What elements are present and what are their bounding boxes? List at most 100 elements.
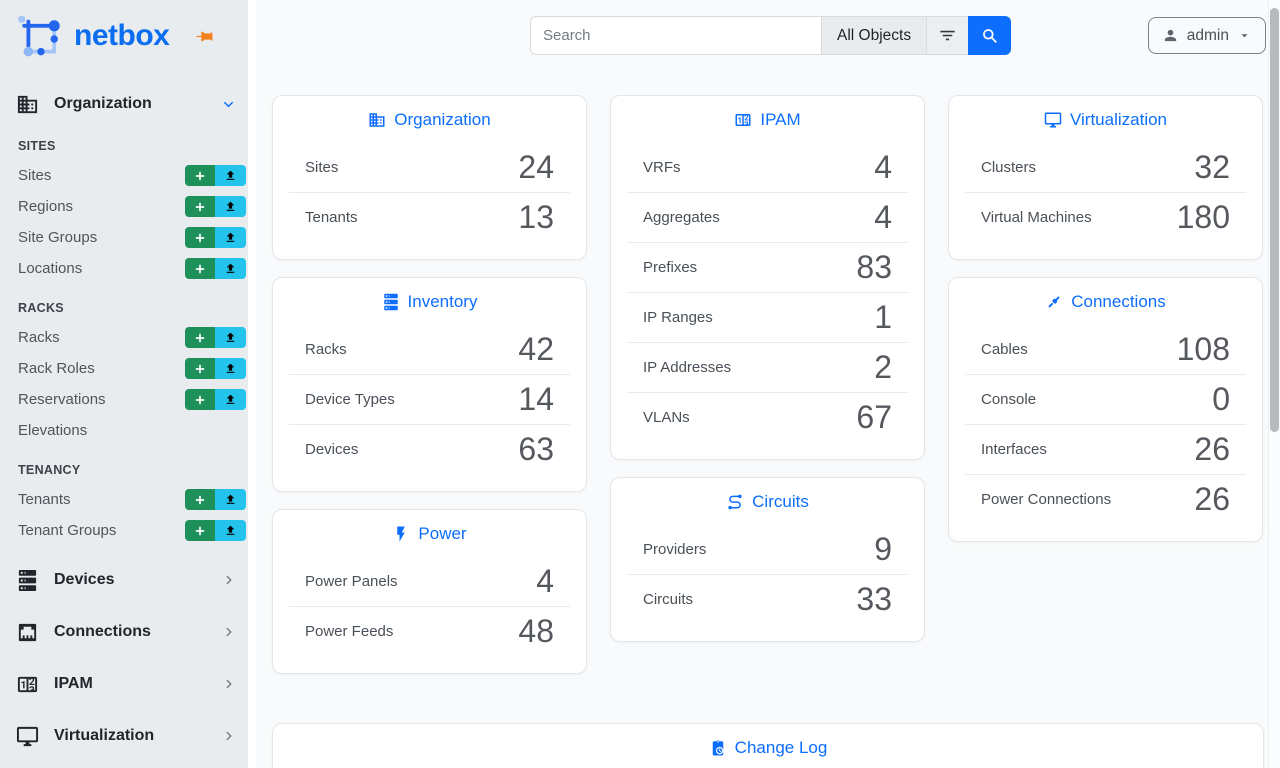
- sidebar-item-label: Devices: [54, 571, 115, 589]
- stat-value[interactable]: 33: [856, 581, 892, 618]
- add-button[interactable]: [185, 165, 215, 186]
- stat-label[interactable]: Power Connections: [981, 491, 1111, 508]
- stat-value[interactable]: 32: [1194, 149, 1230, 186]
- stat-value[interactable]: 9: [874, 531, 892, 568]
- filter-button[interactable]: [926, 16, 969, 55]
- section-title-racks: RACKS: [0, 284, 248, 322]
- stat-value[interactable]: 42: [518, 331, 554, 368]
- netbox-logo-icon[interactable]: [14, 12, 68, 60]
- stat-value[interactable]: 26: [1194, 481, 1230, 518]
- import-button[interactable]: [215, 489, 246, 510]
- stat-label[interactable]: Devices: [305, 441, 358, 458]
- stat-label[interactable]: Tenants: [305, 209, 358, 226]
- import-button[interactable]: [215, 358, 246, 379]
- brand-wordmark[interactable]: netbox: [74, 19, 169, 53]
- search-scope-select[interactable]: All Objects: [821, 16, 927, 55]
- stat-value[interactable]: 4: [536, 563, 554, 600]
- add-button[interactable]: [185, 489, 215, 510]
- stat-value[interactable]: 63: [518, 431, 554, 468]
- stat-value[interactable]: 13: [518, 199, 554, 236]
- sidebar-pin-icon[interactable]: [195, 27, 214, 46]
- import-button[interactable]: [215, 389, 246, 410]
- sidebar-item-elevations: Elevations: [0, 415, 248, 446]
- stat-value[interactable]: 1: [874, 299, 892, 336]
- stat-label[interactable]: IP Addresses: [643, 359, 731, 376]
- stat-label[interactable]: Racks: [305, 341, 347, 358]
- stat-value[interactable]: 26: [1194, 431, 1230, 468]
- sidebar-item-label: Connections: [54, 623, 151, 641]
- stat-label[interactable]: Sites: [305, 159, 338, 176]
- stat-label[interactable]: Circuits: [643, 591, 693, 608]
- stat-value[interactable]: 67: [856, 399, 892, 436]
- tenants-link[interactable]: Tenants: [18, 491, 71, 508]
- add-button[interactable]: [185, 520, 215, 541]
- power-card: Power Power Panels 4 Power Feeds 48: [272, 509, 587, 674]
- stat-label[interactable]: VRFs: [643, 159, 681, 176]
- stat-value[interactable]: 83: [856, 249, 892, 286]
- stat-label[interactable]: Device Types: [305, 391, 395, 408]
- add-button[interactable]: [185, 389, 215, 410]
- stat-value[interactable]: 180: [1177, 199, 1230, 236]
- import-button[interactable]: [215, 327, 246, 348]
- add-button[interactable]: [185, 196, 215, 217]
- ipam-card-title: IPAM: [611, 96, 924, 142]
- stat-value[interactable]: 108: [1177, 331, 1230, 368]
- global-search: All Objects: [530, 16, 1011, 55]
- counter-icon: [16, 673, 39, 696]
- import-button[interactable]: [215, 196, 246, 217]
- stat-label[interactable]: VLANs: [643, 409, 690, 426]
- stat-label[interactable]: Providers: [643, 541, 706, 558]
- sidebar-item-reservations: Reservations: [0, 384, 248, 415]
- tenant-groups-link[interactable]: Tenant Groups: [18, 522, 116, 539]
- import-button[interactable]: [215, 520, 246, 541]
- import-button[interactable]: [215, 227, 246, 248]
- stat-label[interactable]: Cables: [981, 341, 1028, 358]
- quick-actions: [185, 358, 246, 379]
- regions-link[interactable]: Regions: [18, 198, 73, 215]
- rack-roles-link[interactable]: Rack Roles: [18, 360, 95, 377]
- add-button[interactable]: [185, 327, 215, 348]
- add-button[interactable]: [185, 358, 215, 379]
- locations-link[interactable]: Locations: [18, 260, 82, 277]
- stat-row-power-panels: Power Panels 4: [289, 556, 570, 606]
- site-groups-link[interactable]: Site Groups: [18, 229, 97, 246]
- sidebar-item-devices[interactable]: Devices: [0, 562, 248, 598]
- stat-label[interactable]: Clusters: [981, 159, 1036, 176]
- stat-value[interactable]: 48: [518, 613, 554, 650]
- search-input[interactable]: [530, 16, 822, 55]
- sidebar-item-ipam[interactable]: IPAM: [0, 666, 248, 702]
- stat-value[interactable]: 0: [1212, 381, 1230, 418]
- stat-label[interactable]: Prefixes: [643, 259, 697, 276]
- user-menu-button[interactable]: admin: [1148, 17, 1266, 54]
- elevations-link[interactable]: Elevations: [18, 422, 87, 439]
- page-scrollbar-track[interactable]: [1268, 0, 1280, 768]
- sites-link[interactable]: Sites: [18, 167, 51, 184]
- stat-label[interactable]: Power Feeds: [305, 623, 393, 640]
- stat-value[interactable]: 4: [874, 149, 892, 186]
- inventory-card-title: Inventory: [273, 278, 586, 324]
- stat-value[interactable]: 24: [518, 149, 554, 186]
- import-button[interactable]: [215, 165, 246, 186]
- stat-row-power-feeds: Power Feeds 48: [289, 606, 570, 656]
- add-button[interactable]: [185, 258, 215, 279]
- stat-value[interactable]: 2: [874, 349, 892, 386]
- add-button[interactable]: [185, 227, 215, 248]
- stat-label[interactable]: Virtual Machines: [981, 209, 1092, 226]
- stat-label[interactable]: Interfaces: [981, 441, 1047, 458]
- search-button[interactable]: [968, 16, 1011, 55]
- stat-label[interactable]: IP Ranges: [643, 309, 713, 326]
- sidebar-item-tenant-groups: Tenant Groups: [0, 515, 248, 546]
- sidebar-item-organization[interactable]: Organization: [0, 86, 248, 122]
- stat-label[interactable]: Console: [981, 391, 1036, 408]
- main-content: All Objects admin Organization Sit: [256, 0, 1280, 768]
- sidebar-item-connections[interactable]: Connections: [0, 614, 248, 650]
- stat-label[interactable]: Aggregates: [643, 209, 720, 226]
- stat-value[interactable]: 14: [518, 381, 554, 418]
- page-scrollbar-thumb[interactable]: [1270, 8, 1279, 432]
- racks-link[interactable]: Racks: [18, 329, 60, 346]
- stat-value[interactable]: 4: [874, 199, 892, 236]
- sidebar-item-virtualization[interactable]: Virtualization: [0, 718, 248, 754]
- stat-label[interactable]: Power Panels: [305, 573, 398, 590]
- import-button[interactable]: [215, 258, 246, 279]
- reservations-link[interactable]: Reservations: [18, 391, 106, 408]
